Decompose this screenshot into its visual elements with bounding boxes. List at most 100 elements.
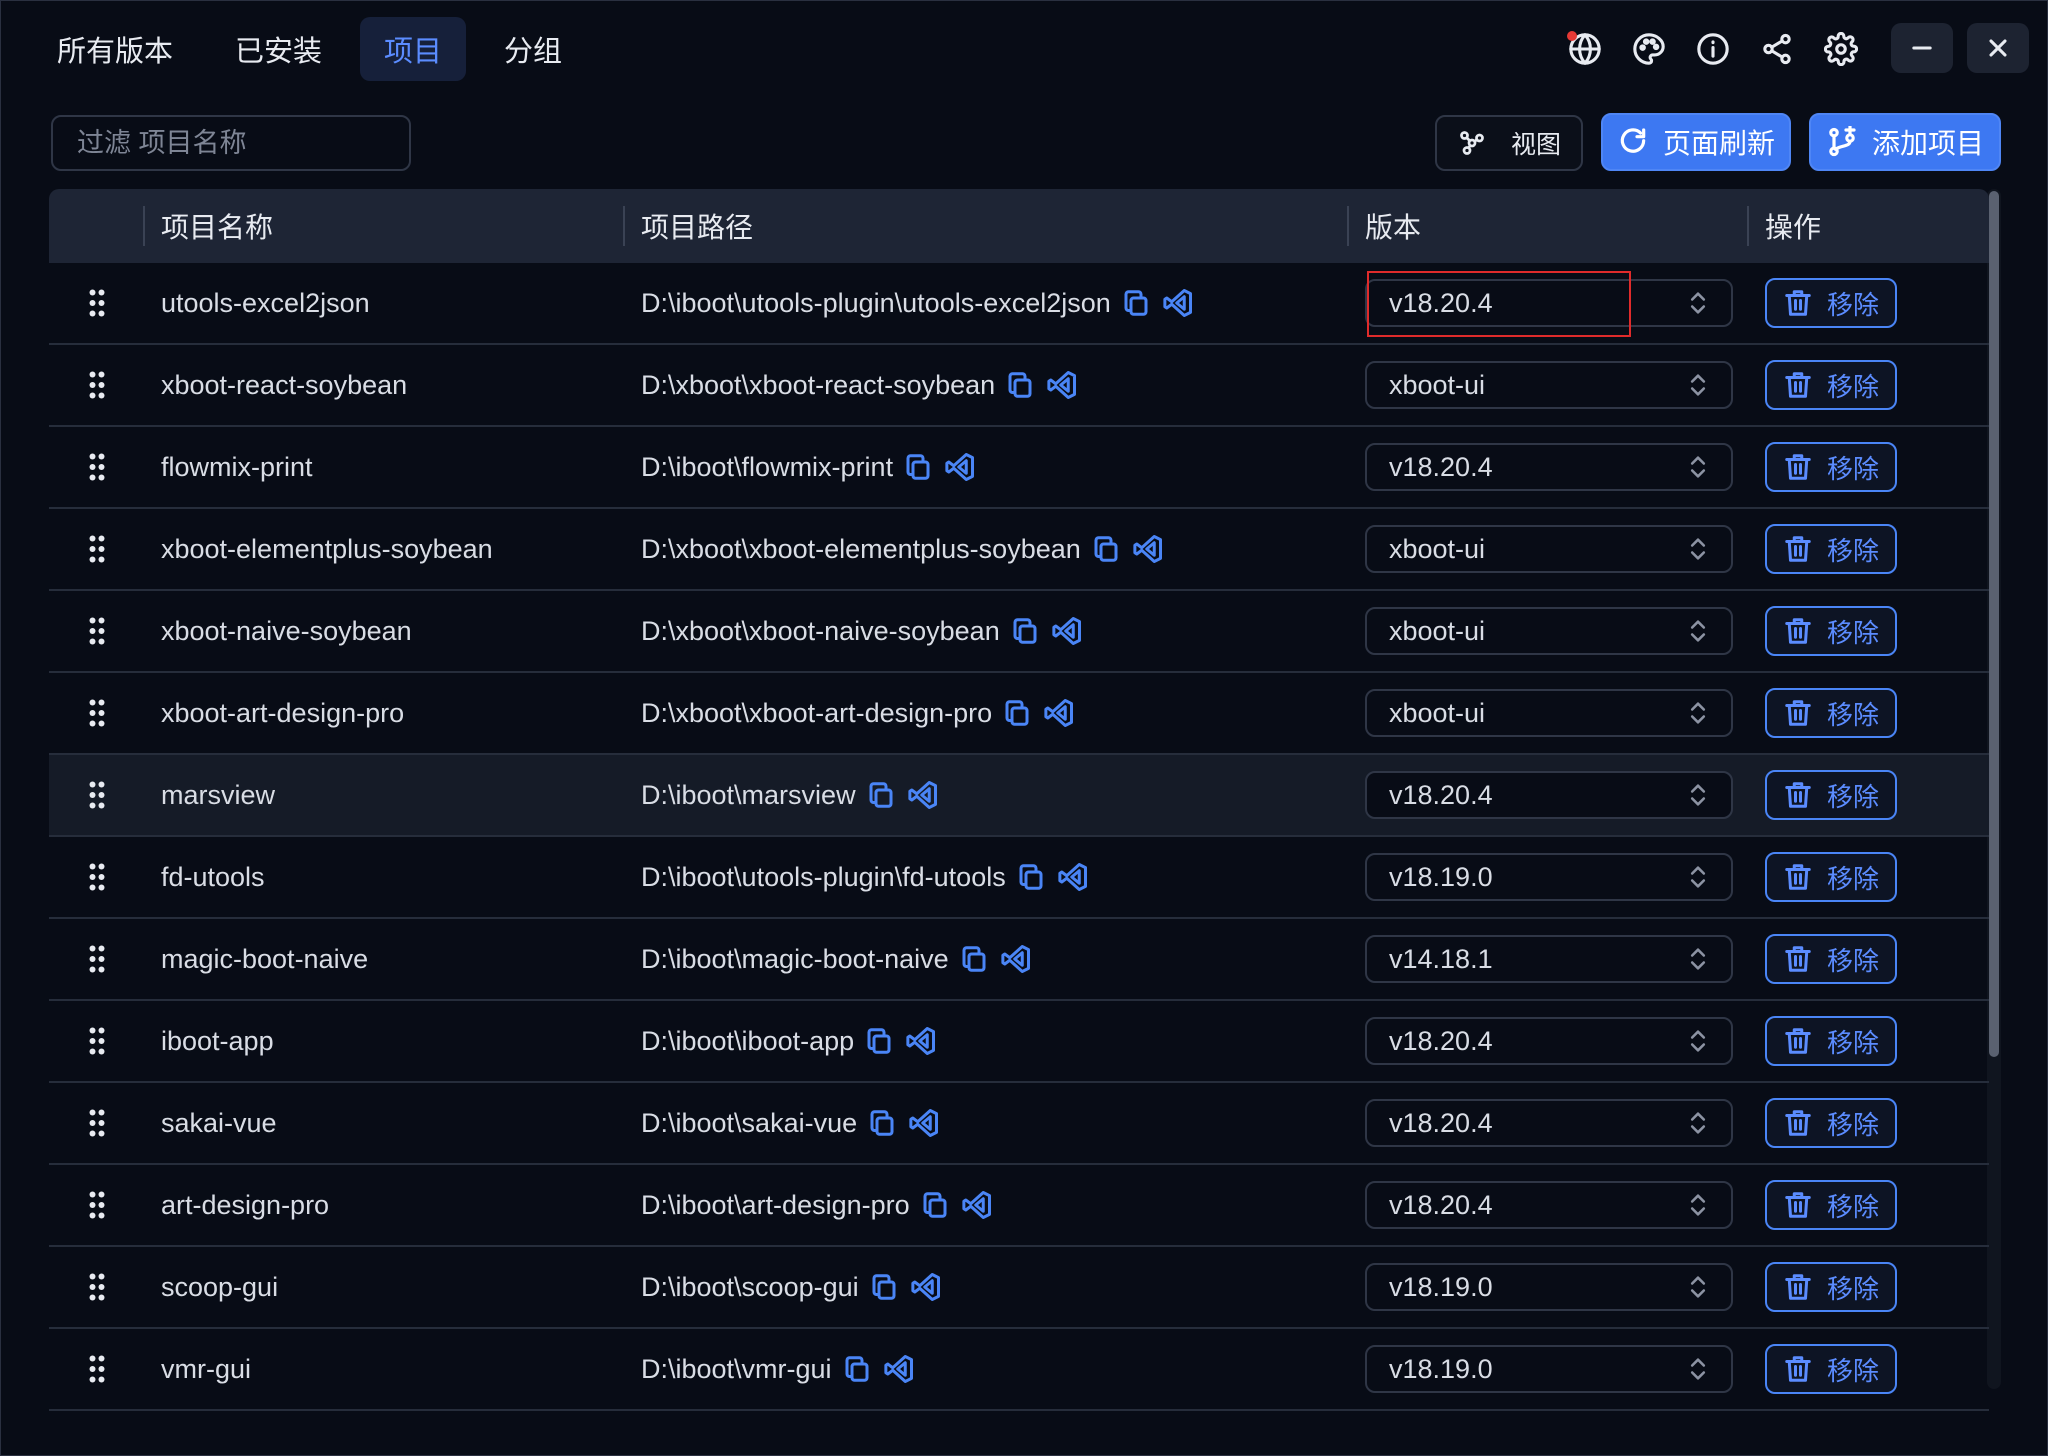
version-select[interactable]: v18.19.0 (1365, 1345, 1733, 1393)
copy-icon[interactable] (1119, 286, 1153, 320)
vscode-icon[interactable] (1131, 532, 1165, 566)
add-project-button[interactable]: 添加项目 (1809, 113, 2001, 171)
vscode-icon[interactable] (909, 1270, 943, 1304)
tab-installed[interactable]: 已安装 (211, 17, 346, 81)
minimize-button[interactable] (1891, 23, 1953, 73)
vscode-icon[interactable] (943, 450, 977, 484)
vscode-icon[interactable] (999, 942, 1033, 976)
table-row[interactable]: fd-utools D:\iboot\utools-plugin\fd-utoo… (49, 837, 1989, 919)
copy-icon[interactable] (957, 942, 991, 976)
info-icon[interactable] (1691, 27, 1735, 71)
scrollbar-thumb[interactable] (1989, 191, 1999, 1057)
remove-button[interactable]: 移除 (1765, 524, 1897, 574)
drag-handle-icon[interactable] (85, 263, 109, 343)
copy-icon[interactable] (1014, 860, 1048, 894)
remove-button[interactable]: 移除 (1765, 360, 1897, 410)
drag-handle-icon[interactable] (85, 919, 109, 999)
version-select[interactable]: v18.19.0 (1365, 853, 1733, 901)
refresh-button[interactable]: 页面刷新 (1601, 113, 1791, 171)
drag-handle-icon[interactable] (85, 1001, 109, 1081)
remove-button[interactable]: 移除 (1765, 1098, 1897, 1148)
copy-icon[interactable] (864, 778, 898, 812)
vscode-icon[interactable] (906, 778, 940, 812)
vscode-icon[interactable] (907, 1106, 941, 1140)
remove-button[interactable]: 移除 (1765, 1180, 1897, 1230)
copy-icon[interactable] (1089, 532, 1123, 566)
remove-button[interactable]: 移除 (1765, 770, 1897, 820)
remove-button-label: 移除 (1826, 781, 1879, 812)
remove-button[interactable]: 移除 (1765, 688, 1897, 738)
drag-handle-icon[interactable] (85, 755, 109, 835)
copy-icon[interactable] (865, 1106, 899, 1140)
version-select[interactable]: xboot-ui (1365, 525, 1733, 573)
vscode-icon[interactable] (1161, 286, 1195, 320)
drag-handle-icon[interactable] (85, 509, 109, 589)
version-select[interactable]: v18.20.4 (1365, 771, 1733, 819)
drag-handle-icon[interactable] (85, 591, 109, 671)
version-select[interactable]: v18.20.4 (1365, 1181, 1733, 1229)
table-row[interactable]: marsview D:\iboot\marsview v18.20.4 移除 (49, 755, 1989, 837)
close-button[interactable] (1967, 23, 2029, 73)
copy-icon[interactable] (1000, 696, 1034, 730)
share-icon[interactable] (1755, 27, 1799, 71)
remove-button[interactable]: 移除 (1765, 934, 1897, 984)
table-row[interactable]: magic-boot-naive D:\iboot\magic-boot-nai… (49, 919, 1989, 1001)
version-select[interactable]: v18.20.4 (1365, 443, 1733, 491)
remove-button[interactable]: 移除 (1765, 1262, 1897, 1312)
tab-projects[interactable]: 项目 (360, 17, 467, 81)
vscode-icon[interactable] (1042, 696, 1076, 730)
table-row[interactable]: sakai-vue D:\iboot\sakai-vue v18.20.4 移除 (49, 1083, 1989, 1165)
table-row[interactable]: xboot-elementplus-soybean D:\xboot\xboot… (49, 509, 1989, 591)
vscode-icon[interactable] (1045, 368, 1079, 402)
version-select[interactable]: xboot-ui (1365, 361, 1733, 409)
table-row[interactable]: utools-excel2json D:\iboot\utools-plugin… (49, 263, 1989, 345)
globe-icon[interactable] (1563, 27, 1607, 71)
version-select[interactable]: v18.19.0 (1365, 1263, 1733, 1311)
drag-handle-icon[interactable] (85, 427, 109, 507)
version-select[interactable]: v18.20.4 (1365, 1099, 1733, 1147)
table-row[interactable]: xboot-react-soybean D:\xboot\xboot-react… (49, 345, 1989, 427)
copy-icon[interactable] (1003, 368, 1037, 402)
vscode-icon[interactable] (1050, 614, 1084, 648)
remove-button[interactable]: 移除 (1765, 606, 1897, 656)
copy-icon[interactable] (1008, 614, 1042, 648)
version-select[interactable]: v14.18.1 (1365, 935, 1733, 983)
table-row[interactable]: xboot-naive-soybean D:\xboot\xboot-naive… (49, 591, 1989, 673)
copy-icon[interactable] (840, 1352, 874, 1386)
vscode-icon[interactable] (904, 1024, 938, 1058)
filter-input[interactable] (51, 115, 411, 171)
remove-button[interactable]: 移除 (1765, 278, 1897, 328)
vscode-icon[interactable] (1056, 860, 1090, 894)
drag-handle-icon[interactable] (85, 1247, 109, 1327)
version-select[interactable]: xboot-ui (1365, 607, 1733, 655)
version-select[interactable]: v18.20.4 (1365, 1017, 1733, 1065)
drag-handle-icon[interactable] (85, 1329, 109, 1409)
remove-button[interactable]: 移除 (1765, 442, 1897, 492)
tab-groups[interactable]: 分组 (480, 17, 586, 81)
table-row[interactable]: iboot-app D:\iboot\iboot-app v18.20.4 移除 (49, 1001, 1989, 1083)
tab-all-versions[interactable]: 所有版本 (33, 17, 197, 81)
table-row[interactable]: flowmix-print D:\iboot\flowmix-print v18… (49, 427, 1989, 509)
remove-button[interactable]: 移除 (1765, 1344, 1897, 1394)
table-row[interactable]: xboot-art-design-pro D:\xboot\xboot-art-… (49, 673, 1989, 755)
copy-icon[interactable] (918, 1188, 952, 1222)
table-row[interactable]: scoop-gui D:\iboot\scoop-gui v18.19.0 移除 (49, 1247, 1989, 1329)
table-row[interactable]: vmr-gui D:\iboot\vmr-gui v18.19.0 移除 (49, 1329, 1989, 1411)
copy-icon[interactable] (901, 450, 935, 484)
copy-icon[interactable] (867, 1270, 901, 1304)
palette-icon[interactable] (1627, 27, 1671, 71)
vscode-icon[interactable] (960, 1188, 994, 1222)
drag-handle-icon[interactable] (85, 673, 109, 753)
copy-icon[interactable] (862, 1024, 896, 1058)
table-row[interactable]: art-design-pro D:\iboot\art-design-pro v… (49, 1165, 1989, 1247)
drag-handle-icon[interactable] (85, 1165, 109, 1245)
gear-icon[interactable] (1819, 27, 1863, 71)
drag-handle-icon[interactable] (85, 1083, 109, 1163)
version-select[interactable]: xboot-ui (1365, 689, 1733, 737)
vscode-icon[interactable] (882, 1352, 916, 1386)
drag-handle-icon[interactable] (85, 837, 109, 917)
remove-button[interactable]: 移除 (1765, 852, 1897, 902)
view-button[interactable]: 视图 (1435, 115, 1583, 171)
drag-handle-icon[interactable] (85, 345, 109, 425)
remove-button[interactable]: 移除 (1765, 1016, 1897, 1066)
